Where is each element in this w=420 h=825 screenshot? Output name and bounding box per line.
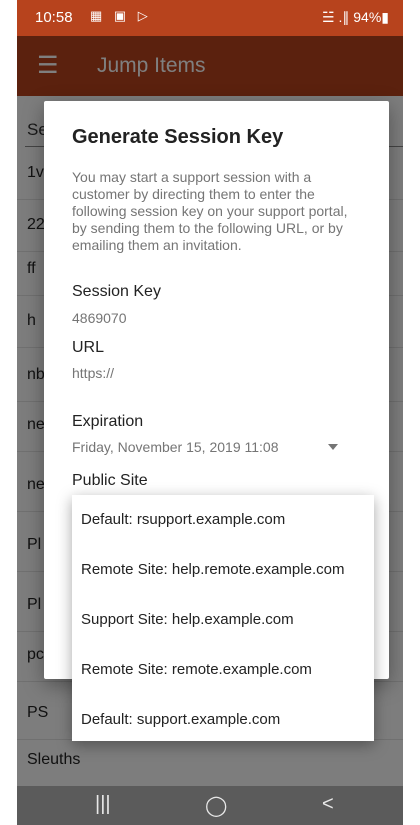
system-nav-bar: ||| ◯ < xyxy=(17,786,403,825)
public-site-label: Public Site xyxy=(72,472,148,489)
url-value: https:// xyxy=(72,365,115,381)
dropdown-option[interactable]: Support Site: help.example.com xyxy=(72,595,374,645)
expiration-label: Expiration xyxy=(72,413,144,430)
dialog-description: You may start a support session with a c… xyxy=(72,169,348,253)
chevron-down-icon[interactable] xyxy=(328,444,338,450)
status-time: 10:58 xyxy=(35,9,73,26)
public-site-dropdown: Default: rsupport.example.com Remote Sit… xyxy=(72,495,374,741)
dialog-title: Generate Session Key xyxy=(72,126,284,148)
home-icon[interactable]: ◯ xyxy=(205,793,227,818)
url-label: URL xyxy=(72,339,105,356)
recents-icon[interactable]: ||| xyxy=(95,793,111,816)
phone-screen: 10:58 ▦ ▣ ▷ ☱ .∥ 94%▮ ☰ Jump Items Se 1v… xyxy=(17,0,403,825)
dropdown-option[interactable]: Default: rsupport.example.com xyxy=(72,495,374,545)
battery-level: 94%▮ xyxy=(353,9,389,25)
session-key-label: Session Key xyxy=(72,283,161,300)
back-icon[interactable]: < xyxy=(322,793,334,816)
expiration-select[interactable]: Friday, November 15, 2019 11:08 xyxy=(72,439,279,455)
notification-icons: ▦ ▣ ▷ xyxy=(90,8,152,23)
dropdown-option[interactable]: Default: support.example.com xyxy=(72,695,374,741)
session-key-value: 4869070 xyxy=(72,310,127,326)
status-bar: 10:58 ▦ ▣ ▷ ☱ .∥ 94%▮ xyxy=(17,0,403,36)
dropdown-option[interactable]: Remote Site: remote.example.com xyxy=(72,645,374,695)
signal-icon: ☱ .∥ xyxy=(322,9,350,25)
dropdown-option[interactable]: Remote Site: help.remote.example.com xyxy=(72,545,374,595)
signal-battery-indicator: ☱ .∥ 94%▮ xyxy=(322,9,389,26)
